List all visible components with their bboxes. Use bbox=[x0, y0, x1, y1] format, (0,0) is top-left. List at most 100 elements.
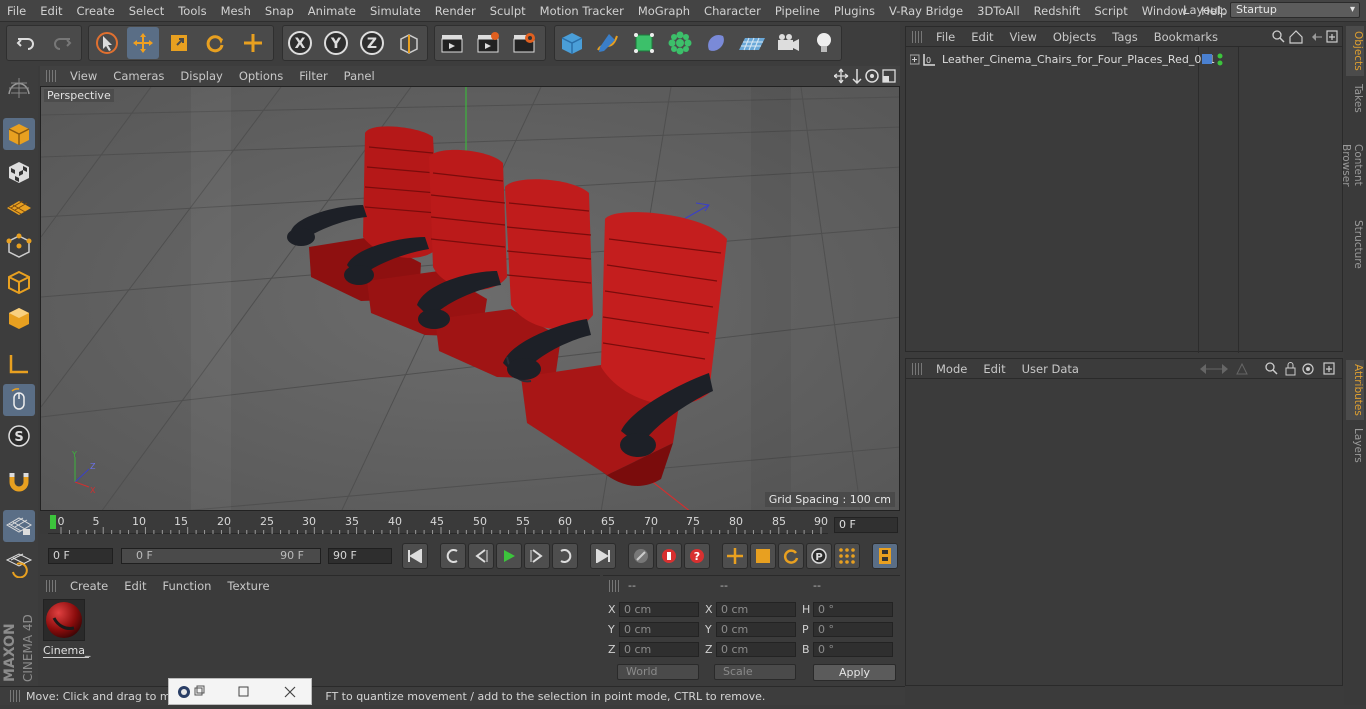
lock-icon[interactable] bbox=[1285, 362, 1296, 376]
material-name[interactable]: Cinema_ bbox=[43, 644, 90, 658]
make-editable-button[interactable] bbox=[3, 72, 35, 104]
menu-animate[interactable]: Animate bbox=[301, 0, 363, 22]
material-menu-edit[interactable]: Edit bbox=[116, 579, 154, 593]
menu-redshift[interactable]: Redshift bbox=[1027, 0, 1088, 22]
size-y-field[interactable]: 0 cm bbox=[716, 622, 796, 637]
viewport-menu-filter[interactable]: Filter bbox=[291, 69, 335, 83]
search-icon[interactable] bbox=[1265, 362, 1278, 375]
zoom-icon[interactable] bbox=[852, 69, 862, 84]
goto-end-button[interactable] bbox=[590, 543, 616, 569]
home-icon[interactable] bbox=[1289, 30, 1303, 44]
close-icon[interactable] bbox=[284, 686, 296, 698]
menu-3dtoall[interactable]: 3DToAll bbox=[970, 0, 1027, 22]
grip-icon[interactable] bbox=[609, 580, 621, 592]
material-menu-function[interactable]: Function bbox=[155, 579, 220, 593]
viewport-menu-options[interactable]: Options bbox=[231, 69, 291, 83]
menu-tools[interactable]: Tools bbox=[171, 0, 213, 22]
prev-key-button[interactable] bbox=[440, 543, 466, 569]
menu-sculpt[interactable]: Sculpt bbox=[483, 0, 533, 22]
rotate-tool-button[interactable] bbox=[199, 27, 231, 59]
end-frame-field[interactable]: 90 F bbox=[328, 548, 392, 564]
menu-mesh[interactable]: Mesh bbox=[214, 0, 258, 22]
editor-visibility-icon[interactable] bbox=[1217, 53, 1223, 59]
viewport-3d[interactable]: Y Z X Perspective Grid Spacing : 100 cm bbox=[40, 86, 900, 511]
y-axis-button[interactable]: Y bbox=[320, 27, 352, 59]
menu-simulate[interactable]: Simulate bbox=[363, 0, 428, 22]
redo-button[interactable] bbox=[46, 27, 78, 59]
texture-mode-button[interactable] bbox=[3, 156, 35, 188]
prev-frame-button[interactable] bbox=[468, 543, 494, 569]
grip-icon[interactable] bbox=[46, 580, 58, 592]
object-menu-file[interactable]: File bbox=[928, 30, 963, 44]
target-icon[interactable] bbox=[1302, 363, 1314, 375]
viewport-menu-view[interactable]: View bbox=[62, 69, 105, 83]
apply-button[interactable]: Apply bbox=[813, 664, 896, 681]
timeline-track[interactable]: 0 5 10 15 20 25 30 35 40 45 50 55 60 65 … bbox=[48, 512, 828, 534]
attribute-menu-user-data[interactable]: User Data bbox=[1014, 362, 1087, 376]
object-name[interactable]: Leather_Cinema_Chairs_for_Four_Places_Re… bbox=[942, 53, 1215, 66]
edges-mode-button[interactable] bbox=[3, 266, 35, 298]
menu-plugins[interactable]: Plugins bbox=[827, 0, 882, 22]
start-frame-field[interactable]: 0 F bbox=[48, 548, 113, 564]
tweak-mode-button[interactable] bbox=[3, 384, 35, 416]
up-arrow-icon[interactable] bbox=[1236, 362, 1248, 375]
camera-button[interactable] bbox=[772, 27, 804, 59]
undo-button[interactable] bbox=[10, 27, 42, 59]
render-visibility-icon[interactable] bbox=[1217, 60, 1223, 66]
frame-range-slider[interactable]: 0 F 90 F bbox=[121, 548, 321, 564]
key-pla-button[interactable] bbox=[834, 543, 860, 569]
grip-icon[interactable] bbox=[912, 30, 924, 43]
object-menu-edit[interactable]: Edit bbox=[963, 30, 1001, 44]
render-settings-button[interactable] bbox=[508, 27, 540, 59]
floor-button[interactable] bbox=[736, 27, 768, 59]
light-button[interactable] bbox=[808, 27, 840, 59]
grip-icon[interactable] bbox=[912, 362, 924, 375]
workplane-lock-button[interactable] bbox=[3, 510, 35, 542]
viewport-menu-panel[interactable]: Panel bbox=[336, 69, 383, 83]
menu-render[interactable]: Render bbox=[428, 0, 483, 22]
render-picture-viewer-button[interactable] bbox=[472, 27, 504, 59]
key-scale-button[interactable] bbox=[750, 543, 776, 569]
record-keys-button[interactable] bbox=[628, 543, 654, 569]
menu-script[interactable]: Script bbox=[1087, 0, 1134, 22]
solo-button[interactable]: S bbox=[3, 420, 35, 452]
tab-content-browser[interactable]: Content Browser bbox=[1340, 120, 1364, 210]
coordinate-system-button[interactable] bbox=[393, 27, 425, 59]
attribute-menu-edit[interactable]: Edit bbox=[975, 362, 1013, 376]
menu-select[interactable]: Select bbox=[122, 0, 171, 22]
pos-z-field[interactable]: 0 cm bbox=[619, 642, 699, 657]
object-menu-objects[interactable]: Objects bbox=[1045, 30, 1104, 44]
tab-takes[interactable]: Takes bbox=[1346, 80, 1364, 116]
size-z-field[interactable]: 0 cm bbox=[716, 642, 796, 657]
key-position-button[interactable] bbox=[722, 543, 748, 569]
layer-color-icon[interactable] bbox=[1202, 54, 1212, 64]
subdivision-button[interactable] bbox=[628, 27, 660, 59]
search-icon[interactable] bbox=[1272, 30, 1285, 43]
object-menu-view[interactable]: View bbox=[1002, 30, 1045, 44]
polygons-mode-button[interactable] bbox=[3, 302, 35, 334]
next-key-button[interactable] bbox=[552, 543, 578, 569]
move-tool-button[interactable] bbox=[127, 27, 159, 59]
viewport-menu-cameras[interactable]: Cameras bbox=[105, 69, 172, 83]
timeline-ruler[interactable]: 0 5 10 15 20 25 30 35 40 45 50 55 60 65 … bbox=[40, 512, 900, 534]
forward-arrow-icon[interactable] bbox=[1214, 364, 1228, 374]
scale-tool-button[interactable] bbox=[163, 27, 195, 59]
orbit-icon[interactable] bbox=[865, 69, 879, 83]
model-mode-button[interactable] bbox=[3, 118, 35, 150]
workplane-align-button[interactable] bbox=[3, 548, 35, 580]
tab-attributes[interactable]: Attributes bbox=[1346, 360, 1364, 420]
tab-objects[interactable]: Objects bbox=[1346, 26, 1364, 76]
maximize-icon[interactable] bbox=[238, 686, 249, 697]
world-mode-dropdown[interactable]: World bbox=[617, 664, 699, 680]
pos-x-field[interactable]: 0 cm bbox=[619, 602, 699, 617]
points-mode-button[interactable] bbox=[3, 230, 35, 262]
maximize-view-icon[interactable] bbox=[882, 69, 896, 83]
goto-start-button[interactable] bbox=[402, 543, 428, 569]
z-axis-button[interactable]: Z bbox=[356, 27, 388, 59]
menu-motion-tracker[interactable]: Motion Tracker bbox=[533, 0, 631, 22]
layout-dropdown[interactable]: Startup bbox=[1230, 2, 1360, 18]
tab-layers[interactable]: Layers bbox=[1346, 424, 1364, 464]
transform-tool-button[interactable] bbox=[237, 27, 269, 59]
viewport-menu-display[interactable]: Display bbox=[172, 69, 230, 83]
menu-vray-bridge[interactable]: V-Ray Bridge bbox=[882, 0, 970, 22]
